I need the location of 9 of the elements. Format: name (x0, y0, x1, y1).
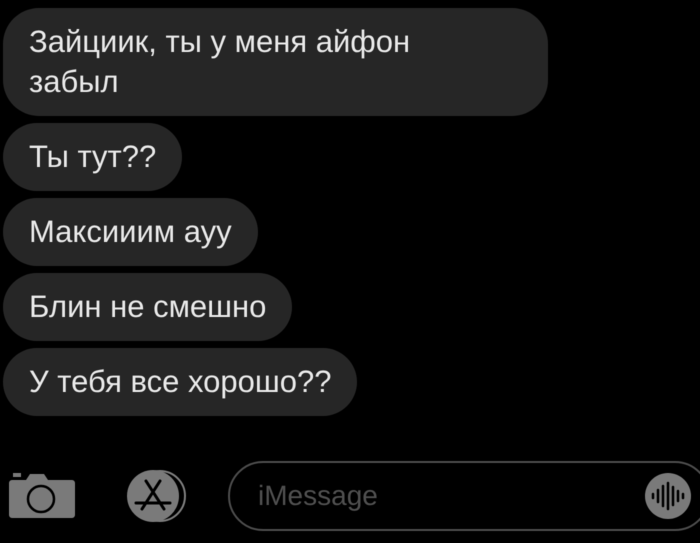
message-bar[interactable]: iMessage (228, 461, 700, 531)
message-bubble: Максииим ауу (3, 198, 258, 266)
message-bubble: Ты тут?? (3, 123, 182, 191)
camera-icon[interactable] (8, 472, 76, 520)
audio-waveform-icon[interactable] (644, 472, 692, 520)
message-field[interactable]: iMessage (258, 475, 644, 517)
message-bubble: У тебя все хорошо?? (3, 348, 358, 416)
message-bubble: Зайциик, ты у меня айфон забыл (3, 8, 548, 116)
message-bubble: Блин не смешно (3, 273, 292, 341)
